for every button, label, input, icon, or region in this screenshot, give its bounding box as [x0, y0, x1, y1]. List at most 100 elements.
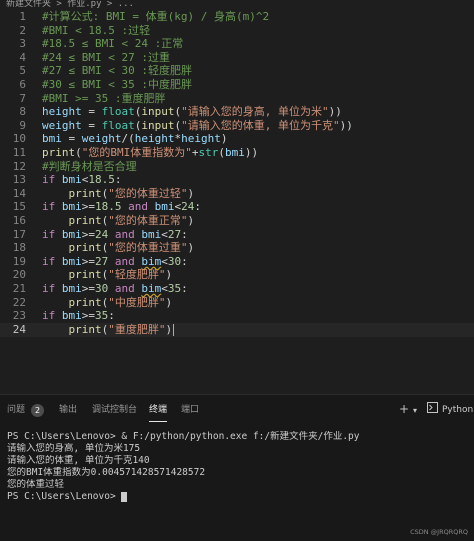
code-token: :	[108, 309, 115, 323]
code-token: (	[218, 146, 225, 159]
code-token: 18.5	[95, 200, 122, 214]
line-number: 17	[12, 227, 26, 241]
code-token: if	[42, 227, 56, 241]
terminal-output[interactable]: PS C:\Users\Lenovo> & F:/python/python.e…	[7, 431, 467, 503]
code-token: #BMI < 18.5 :过轻	[42, 23, 151, 37]
code-text: #27 ≤ BMI < 30 :轻度肥胖	[42, 64, 192, 78]
code-text: #18.5 ≤ BMI < 24 :正常	[42, 37, 183, 51]
code-line[interactable]: 23 if bmi>=35:	[0, 309, 474, 323]
code-line[interactable]: 21 if bmi>=30 and bim<35:	[0, 282, 474, 296]
terminal-icon[interactable]	[427, 402, 438, 416]
code-token: (	[75, 146, 82, 159]
code-token: "您的BMI体重指数为"	[81, 146, 192, 159]
code-token: <	[161, 282, 168, 295]
code-token: )	[187, 186, 195, 200]
code-token: bmi	[225, 146, 245, 159]
python-terminal-label[interactable]: Python	[442, 403, 473, 417]
terminal-line: 请输入您的身高, 单位为米175	[7, 443, 141, 454]
line-number: 20	[12, 268, 26, 282]
code-token: bmi	[61, 282, 82, 295]
code-text: #24 ≤ BMI < 27 :过重	[42, 51, 170, 65]
code-token: "您的体重过轻"	[108, 186, 188, 200]
code-text: print("您的体重过重")	[42, 241, 195, 255]
code-token: print	[42, 146, 76, 159]
code-text: if bmi>=18.5 and bmi<24:	[42, 200, 201, 214]
code-token: )	[187, 214, 195, 227]
code-token: 24	[181, 200, 195, 214]
code-line[interactable]: 12 #判断身材是否合理	[0, 160, 474, 174]
code-token: str	[198, 146, 219, 159]
code-line[interactable]: 22 print("中度肥胖")	[0, 296, 474, 310]
code-line[interactable]: 18 print("您的体重过重")	[0, 241, 474, 255]
text-cursor	[173, 323, 175, 336]
line-number: 11	[12, 146, 26, 159]
tab-terminal[interactable]: 终端	[149, 403, 168, 422]
code-line[interactable]: 13 if bmi<18.5:	[0, 173, 474, 187]
code-text: if bmi<18.5:	[42, 173, 122, 187]
plus-icon[interactable]: +	[399, 402, 409, 416]
code-token: 24	[95, 227, 109, 241]
code-text: #BMI >= 35 :重度肥胖	[42, 92, 165, 106]
code-token: 27	[95, 254, 109, 268]
chevron-down-icon[interactable]: ▾	[413, 404, 417, 418]
code-token: 18.5	[88, 173, 115, 187]
code-token: height	[42, 105, 82, 119]
code-token: #18.5 ≤ BMI < 24 :正常	[42, 37, 184, 51]
code-text: print("您的BMI体重指数为"+str(bmi))	[42, 146, 258, 160]
line-number: 5	[19, 64, 26, 78]
line-number: 14	[12, 186, 26, 200]
code-token: "您的体重过重"	[108, 241, 188, 255]
code-token: 35	[95, 309, 109, 323]
code-line[interactable]: 8 height = float(input("请输入您的身高, 单位为米"))	[0, 105, 474, 119]
code-token: +	[191, 146, 199, 159]
breadcrumb[interactable]: 新建文件夹 > 作业.py > ...	[0, 0, 474, 9]
code-editor[interactable]: 1 #计算公式: BMI = 体重(kg) / 身高(m)^2 2 #BMI < 18…	[0, 9, 474, 394]
code-line[interactable]: 20 print("轻度肥胖")	[0, 268, 474, 282]
code-line[interactable]: 4 #24 ≤ BMI < 27 :过重	[0, 51, 474, 65]
code-token: ))	[244, 146, 259, 159]
code-line[interactable]: 6 #30 ≤ BMI < 35 :中度肥胖	[0, 78, 474, 92]
code-line[interactable]: 16 print("您的体重正常")	[0, 214, 474, 228]
code-line[interactable]: 1 #计算公式: BMI = 体重(kg) / 身高(m)^2	[0, 10, 474, 24]
bottom-panel: 问题 2 输出 调试控制台 终端 端口 + ▾ Python PS C:\Use…	[0, 394, 474, 541]
code-token: bim	[141, 254, 162, 268]
code-token: print	[68, 214, 102, 227]
code-token: float	[101, 105, 135, 119]
tab-problems[interactable]: 问题	[7, 403, 25, 417]
code-line[interactable]: 2 #BMI < 18.5 :过轻	[0, 24, 474, 38]
code-token: ))	[339, 118, 353, 132]
code-text: #判断身材是否合理	[42, 160, 137, 174]
code-line[interactable]: 11 print("您的BMI体重指数为"+str(bmi))	[0, 146, 474, 160]
problems-count-badge: 2	[31, 404, 44, 417]
code-line[interactable]: 19 if bmi>=27 and bim<30:	[0, 255, 474, 269]
code-line[interactable]: 3 #18.5 ≤ BMI < 24 :正常	[0, 37, 474, 51]
code-line[interactable]: 17 if bmi>=24 and bmi<27:	[0, 228, 474, 242]
code-token: and	[108, 282, 142, 295]
code-line[interactable]: 14 print("您的体重过轻")	[0, 187, 474, 201]
code-token: #27 ≤ BMI < 30 :轻度肥胖	[42, 64, 192, 78]
code-line[interactable]: 9 weight = float(input("请输入您的体重, 单位为千克"))	[0, 119, 474, 133]
code-token: "请输入您的体重, 单位为千克"	[181, 118, 340, 132]
code-token: >=	[81, 227, 95, 241]
code-token: )	[165, 268, 173, 282]
code-line[interactable]: 24 print("重度肥胖")	[0, 322, 474, 337]
tab-output[interactable]: 输出	[59, 403, 77, 417]
code-line[interactable]: 10 bmi = weight/(height*height)	[0, 132, 474, 146]
code-line[interactable]: 15 if bmi>=18.5 and bmi<24:	[0, 200, 474, 214]
line-number: 23	[12, 309, 26, 323]
code-line[interactable]: 5 #27 ≤ BMI < 30 :轻度肥胖	[0, 64, 474, 78]
code-token: bim	[141, 282, 162, 295]
code-token: bmi	[42, 132, 62, 146]
code-token: #24 ≤ BMI < 27 :过重	[42, 50, 170, 64]
tab-ports[interactable]: 端口	[181, 403, 199, 417]
line-number: 1	[19, 10, 26, 23]
code-token: )	[165, 295, 173, 309]
tab-debug-console[interactable]: 调试控制台	[92, 403, 137, 417]
code-line[interactable]: 7 #BMI >= 35 :重度肥胖	[0, 92, 474, 106]
code-token: print	[68, 295, 102, 309]
line-number: 8	[19, 105, 26, 119]
